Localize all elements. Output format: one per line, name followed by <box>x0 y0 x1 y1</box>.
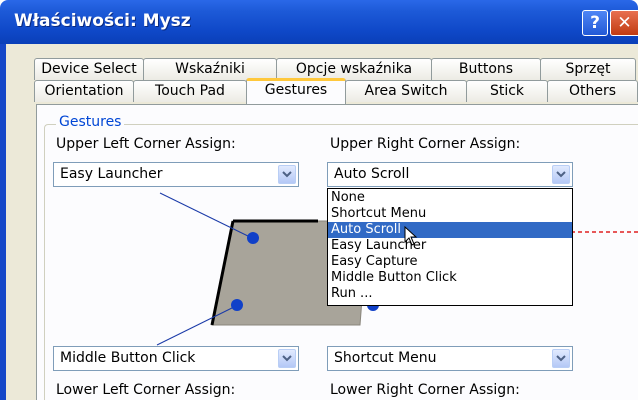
chevron-down-icon[interactable] <box>552 349 570 368</box>
dropdown-option-middle-button-click[interactable]: Middle Button Click <box>328 270 572 286</box>
dropdown-option-easy-capture[interactable]: Easy Capture <box>328 254 572 270</box>
upper-left-leader-line <box>159 192 253 239</box>
upper-left-combo[interactable]: Easy Launcher <box>53 162 299 187</box>
upper-right-dropdown-list[interactable]: None Shortcut Menu Auto Scroll Easy Laun… <box>327 188 573 306</box>
tab-gestures[interactable]: Gestures <box>246 78 346 104</box>
lower-left-corner-dot <box>231 299 243 311</box>
dropdown-option-run[interactable]: Run ... <box>328 286 572 302</box>
chevron-down-icon[interactable] <box>278 165 296 184</box>
chevron-down-icon[interactable] <box>552 165 570 184</box>
lower-right-combo-value: Shortcut Menu <box>334 350 437 366</box>
dropdown-option-none[interactable]: None <box>328 190 572 206</box>
lower-left-combo[interactable]: Middle Button Click <box>53 346 299 371</box>
lower-left-combo-value: Middle Button Click <box>60 350 196 366</box>
upper-right-combo[interactable]: Auto Scroll <box>327 162 573 187</box>
mouse-pointer-icon <box>404 226 418 246</box>
upper-left-corner-dot <box>247 232 259 244</box>
lower-right-combo[interactable]: Shortcut Menu <box>327 346 573 371</box>
dropdown-option-auto-scroll[interactable]: Auto Scroll <box>328 222 572 238</box>
upper-left-combo-value: Easy Launcher <box>60 166 163 182</box>
upper-right-combo-value: Auto Scroll <box>334 166 410 182</box>
chevron-down-icon[interactable] <box>278 349 296 368</box>
dropdown-option-shortcut-menu[interactable]: Shortcut Menu <box>328 206 572 222</box>
dropdown-option-easy-launcher[interactable]: Easy Launcher <box>328 238 572 254</box>
